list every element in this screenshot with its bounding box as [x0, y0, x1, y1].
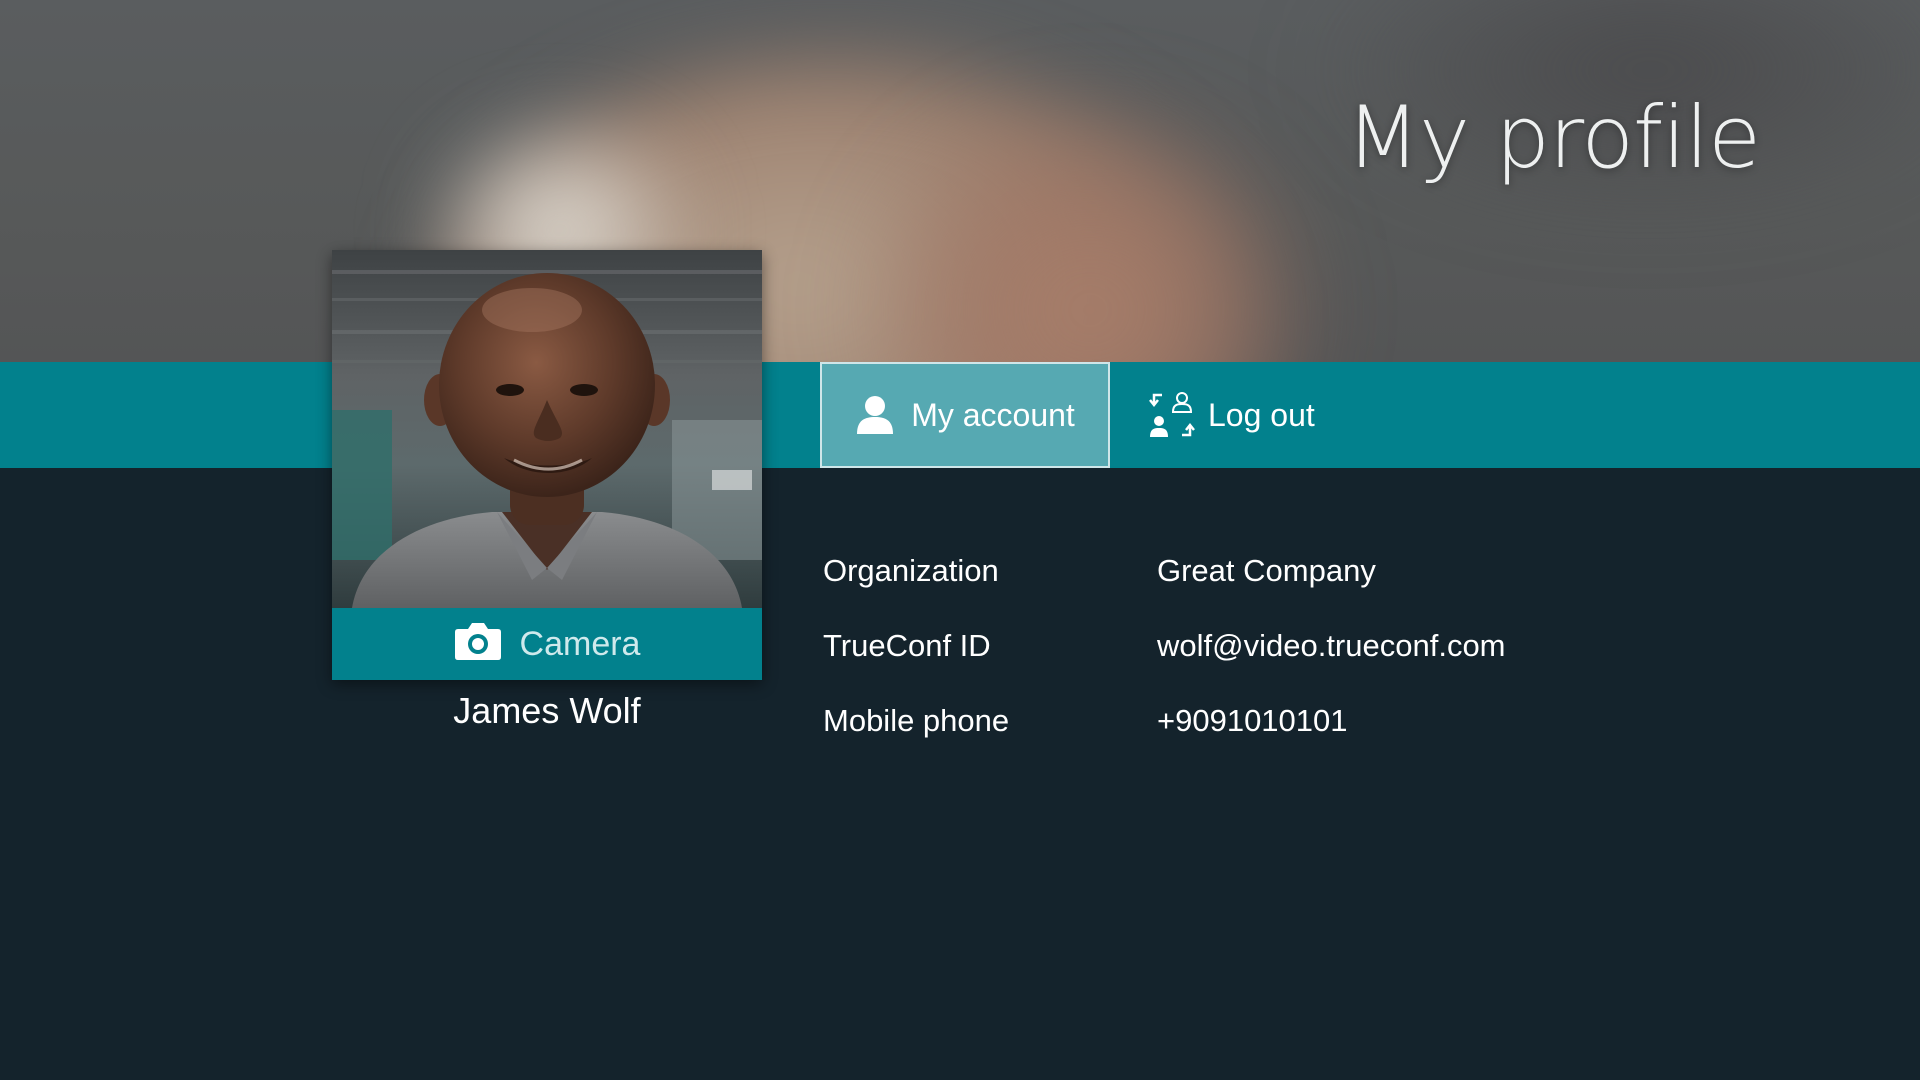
switch-user-icon	[1148, 391, 1196, 439]
profile-card: Camera	[332, 250, 762, 680]
detail-label: TrueConf ID	[823, 628, 991, 663]
top-navigation-bar: My account Log out	[0, 362, 1920, 468]
detail-label: Mobile phone	[823, 703, 1010, 738]
tab-log-out[interactable]: Log out	[1140, 362, 1323, 468]
user-icon	[855, 394, 895, 436]
detail-label: Organization	[823, 553, 999, 588]
detail-value: Great Company	[1157, 553, 1376, 588]
detail-row-organization: Organization Great Company	[823, 553, 1623, 628]
camera-label: Camera	[519, 624, 641, 663]
user-display-name: James Wolf	[453, 690, 641, 731]
detail-row-mobile-phone: Mobile phone +9091010101	[823, 703, 1623, 778]
profile-details: Organization Great Company TrueConf ID w…	[823, 553, 1623, 778]
detail-row-trueconf-id: TrueConf ID wolf@video.trueconf.com	[823, 628, 1623, 703]
profile-screen: My profile My account Log out Camera Jam…	[0, 0, 1920, 1080]
tab-my-account[interactable]: My account	[820, 362, 1110, 468]
avatar	[332, 250, 762, 608]
camera-icon	[454, 619, 502, 670]
camera-button[interactable]: Camera	[332, 608, 762, 680]
detail-value: wolf@video.trueconf.com	[1157, 628, 1506, 663]
detail-value: +9091010101	[1157, 703, 1348, 738]
tab-my-account-label: My account	[911, 396, 1075, 433]
tab-log-out-label: Log out	[1208, 396, 1315, 433]
page-title: My profile	[1345, 88, 1761, 188]
